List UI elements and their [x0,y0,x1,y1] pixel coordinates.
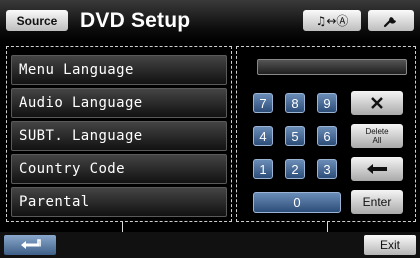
key-3[interactable]: 3 [317,159,337,179]
menu-item-menu-language[interactable]: Menu Language [11,55,227,85]
key-7[interactable]: 7 [253,93,273,113]
key-5[interactable]: 5 [285,126,305,146]
key-6[interactable]: 6 [317,126,337,146]
keypad-panel: 7 8 9 4 5 6 Delete All 1 2 3 0 Enter [236,46,416,222]
menu-item-subtitle-language[interactable]: SUBT. Language [11,121,227,151]
key-2[interactable]: 2 [285,159,305,179]
header-bar: Source DVD Setup ♫↔Ⓐ [0,0,420,42]
close-icon [371,97,383,109]
clear-button[interactable] [351,91,403,115]
backspace-arrow-icon [367,164,387,174]
delete-all-label-line2: All [372,136,382,145]
enter-button[interactable]: Enter [351,190,403,214]
key-1[interactable]: 1 [253,159,273,179]
delete-all-button[interactable]: Delete All [351,124,403,148]
wrench-icon [383,16,396,27]
audio-mode-button[interactable]: ♫↔Ⓐ [303,10,361,31]
setup-menu-panel: Menu Language Audio Language SUBT. Langu… [6,46,232,222]
key-9[interactable]: 9 [317,93,337,113]
audio-mode-icon: ♫↔Ⓐ [315,14,349,28]
back-button[interactable] [4,235,56,255]
delete-all-label-line1: Delete [365,127,389,136]
menu-item-country-code[interactable]: Country Code [11,154,227,184]
footer-bar: Exit [0,232,420,258]
page-title: DVD Setup [80,9,191,32]
backspace-button[interactable] [351,157,403,181]
setup-button[interactable] [368,10,414,31]
key-4[interactable]: 4 [253,126,273,146]
source-button[interactable]: Source [6,10,68,31]
menu-item-parental[interactable]: Parental [11,187,227,217]
menu-item-audio-language[interactable]: Audio Language [11,88,227,118]
return-arrow-icon [21,239,41,249]
exit-button[interactable]: Exit [364,235,416,255]
key-8[interactable]: 8 [285,93,305,113]
key-0[interactable]: 0 [253,192,341,213]
code-display-field [257,59,407,75]
